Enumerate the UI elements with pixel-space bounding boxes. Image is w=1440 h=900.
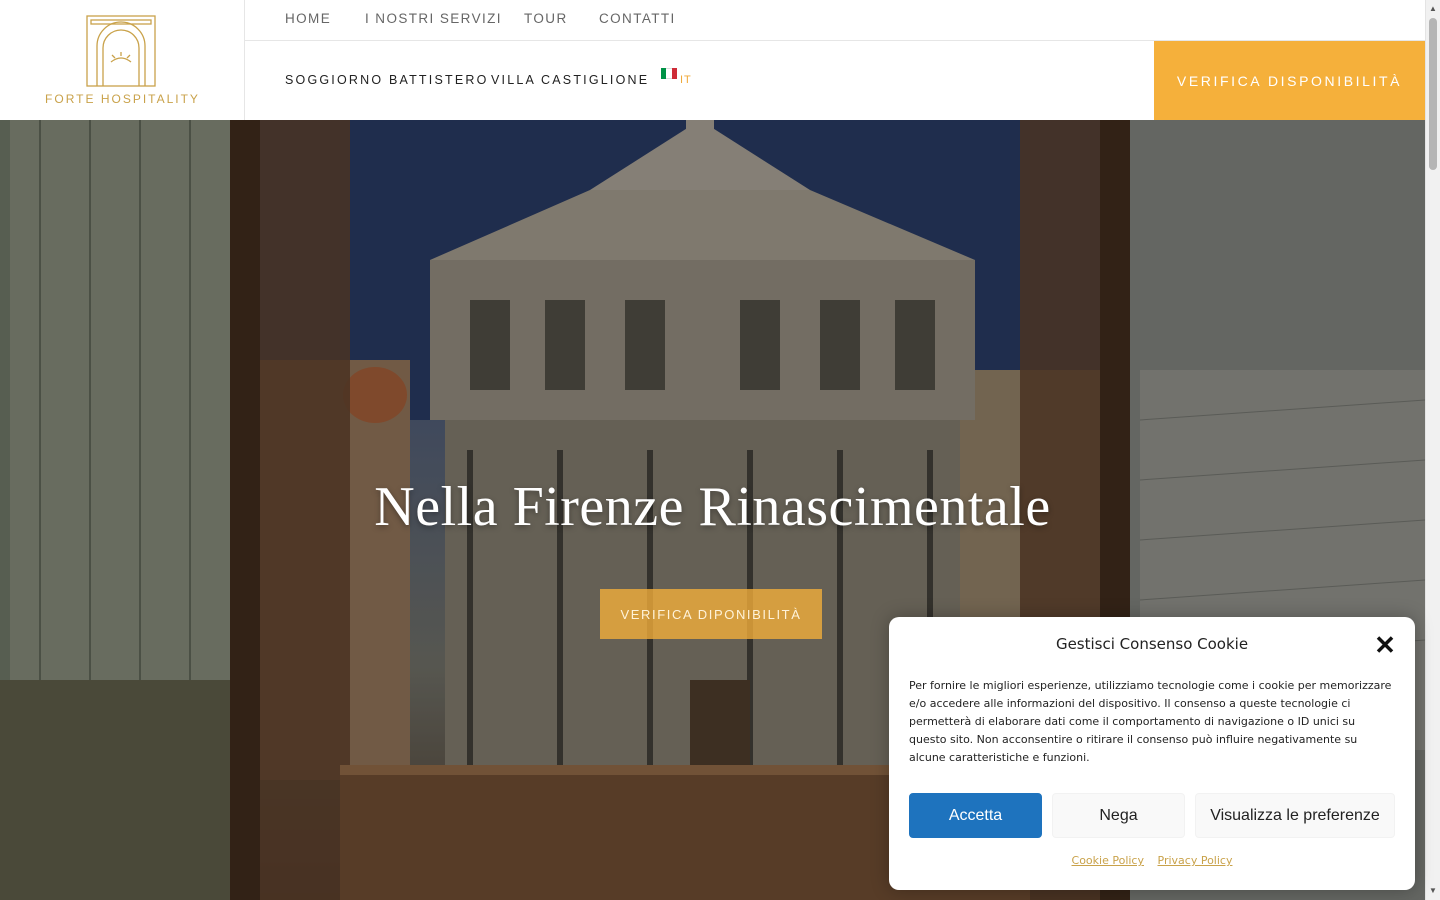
nav-contacts[interactable]: CONTATTI	[599, 11, 676, 26]
accept-button[interactable]: Accetta	[909, 793, 1042, 838]
close-icon[interactable]: ✕	[1373, 632, 1397, 658]
nav-services[interactable]: I NOSTRI SERVIZI	[365, 11, 502, 26]
deny-button[interactable]: Nega	[1052, 793, 1185, 838]
scroll-thumb[interactable]	[1429, 18, 1437, 170]
hero-title: Nella Firenze Rinascimentale	[374, 476, 1051, 538]
logo[interactable]: FORTE HOSPITALITY	[0, 0, 245, 120]
italy-flag-icon	[661, 68, 677, 79]
view-preferences-button[interactable]: Visualizza le preferenze	[1195, 793, 1395, 838]
top-navigation: HOME I NOSTRI SERVIZI TOUR CONTATTI	[245, 0, 1425, 41]
cookie-description: Per fornire le migliori esperienze, util…	[909, 679, 1392, 764]
nav-home[interactable]: HOME	[285, 11, 331, 26]
logo-text: FORTE HOSPITALITY	[45, 92, 200, 106]
site-header: FORTE HOSPITALITY HOME I NOSTRI SERVIZI …	[0, 0, 1425, 120]
check-availability-button[interactable]: VERIFICA DISPONIBILITÀ	[1154, 41, 1425, 120]
language-code: IT	[680, 74, 692, 86]
arch-laurel-icon	[86, 15, 156, 87]
scrollbar[interactable]: ▲ ▼	[1425, 0, 1440, 900]
nav-villa-castiglione[interactable]: VILLA CASTIGLIONE	[491, 73, 649, 87]
scroll-down-icon[interactable]: ▼	[1429, 886, 1437, 895]
language-switcher[interactable]: IT	[661, 68, 692, 86]
nav-soggiorno-battistero[interactable]: SOGGIORNO BATTISTERO	[285, 73, 489, 87]
scroll-up-icon[interactable]: ▲	[1429, 4, 1437, 13]
cookie-title: Gestisci Consenso Cookie	[1055, 635, 1249, 653]
cookie-consent-dialog: Gestisci Consenso Cookie ✕ Per fornire l…	[889, 617, 1415, 890]
nav-tour[interactable]: TOUR	[524, 11, 568, 26]
cookie-links: Cookie Policy Privacy Policy	[889, 854, 1415, 867]
cookie-policy-link[interactable]: Cookie Policy	[1072, 854, 1144, 867]
hero-availability-button[interactable]: VERIFICA DIPONIBILITÀ	[600, 589, 822, 639]
privacy-policy-link[interactable]: Privacy Policy	[1158, 854, 1233, 867]
